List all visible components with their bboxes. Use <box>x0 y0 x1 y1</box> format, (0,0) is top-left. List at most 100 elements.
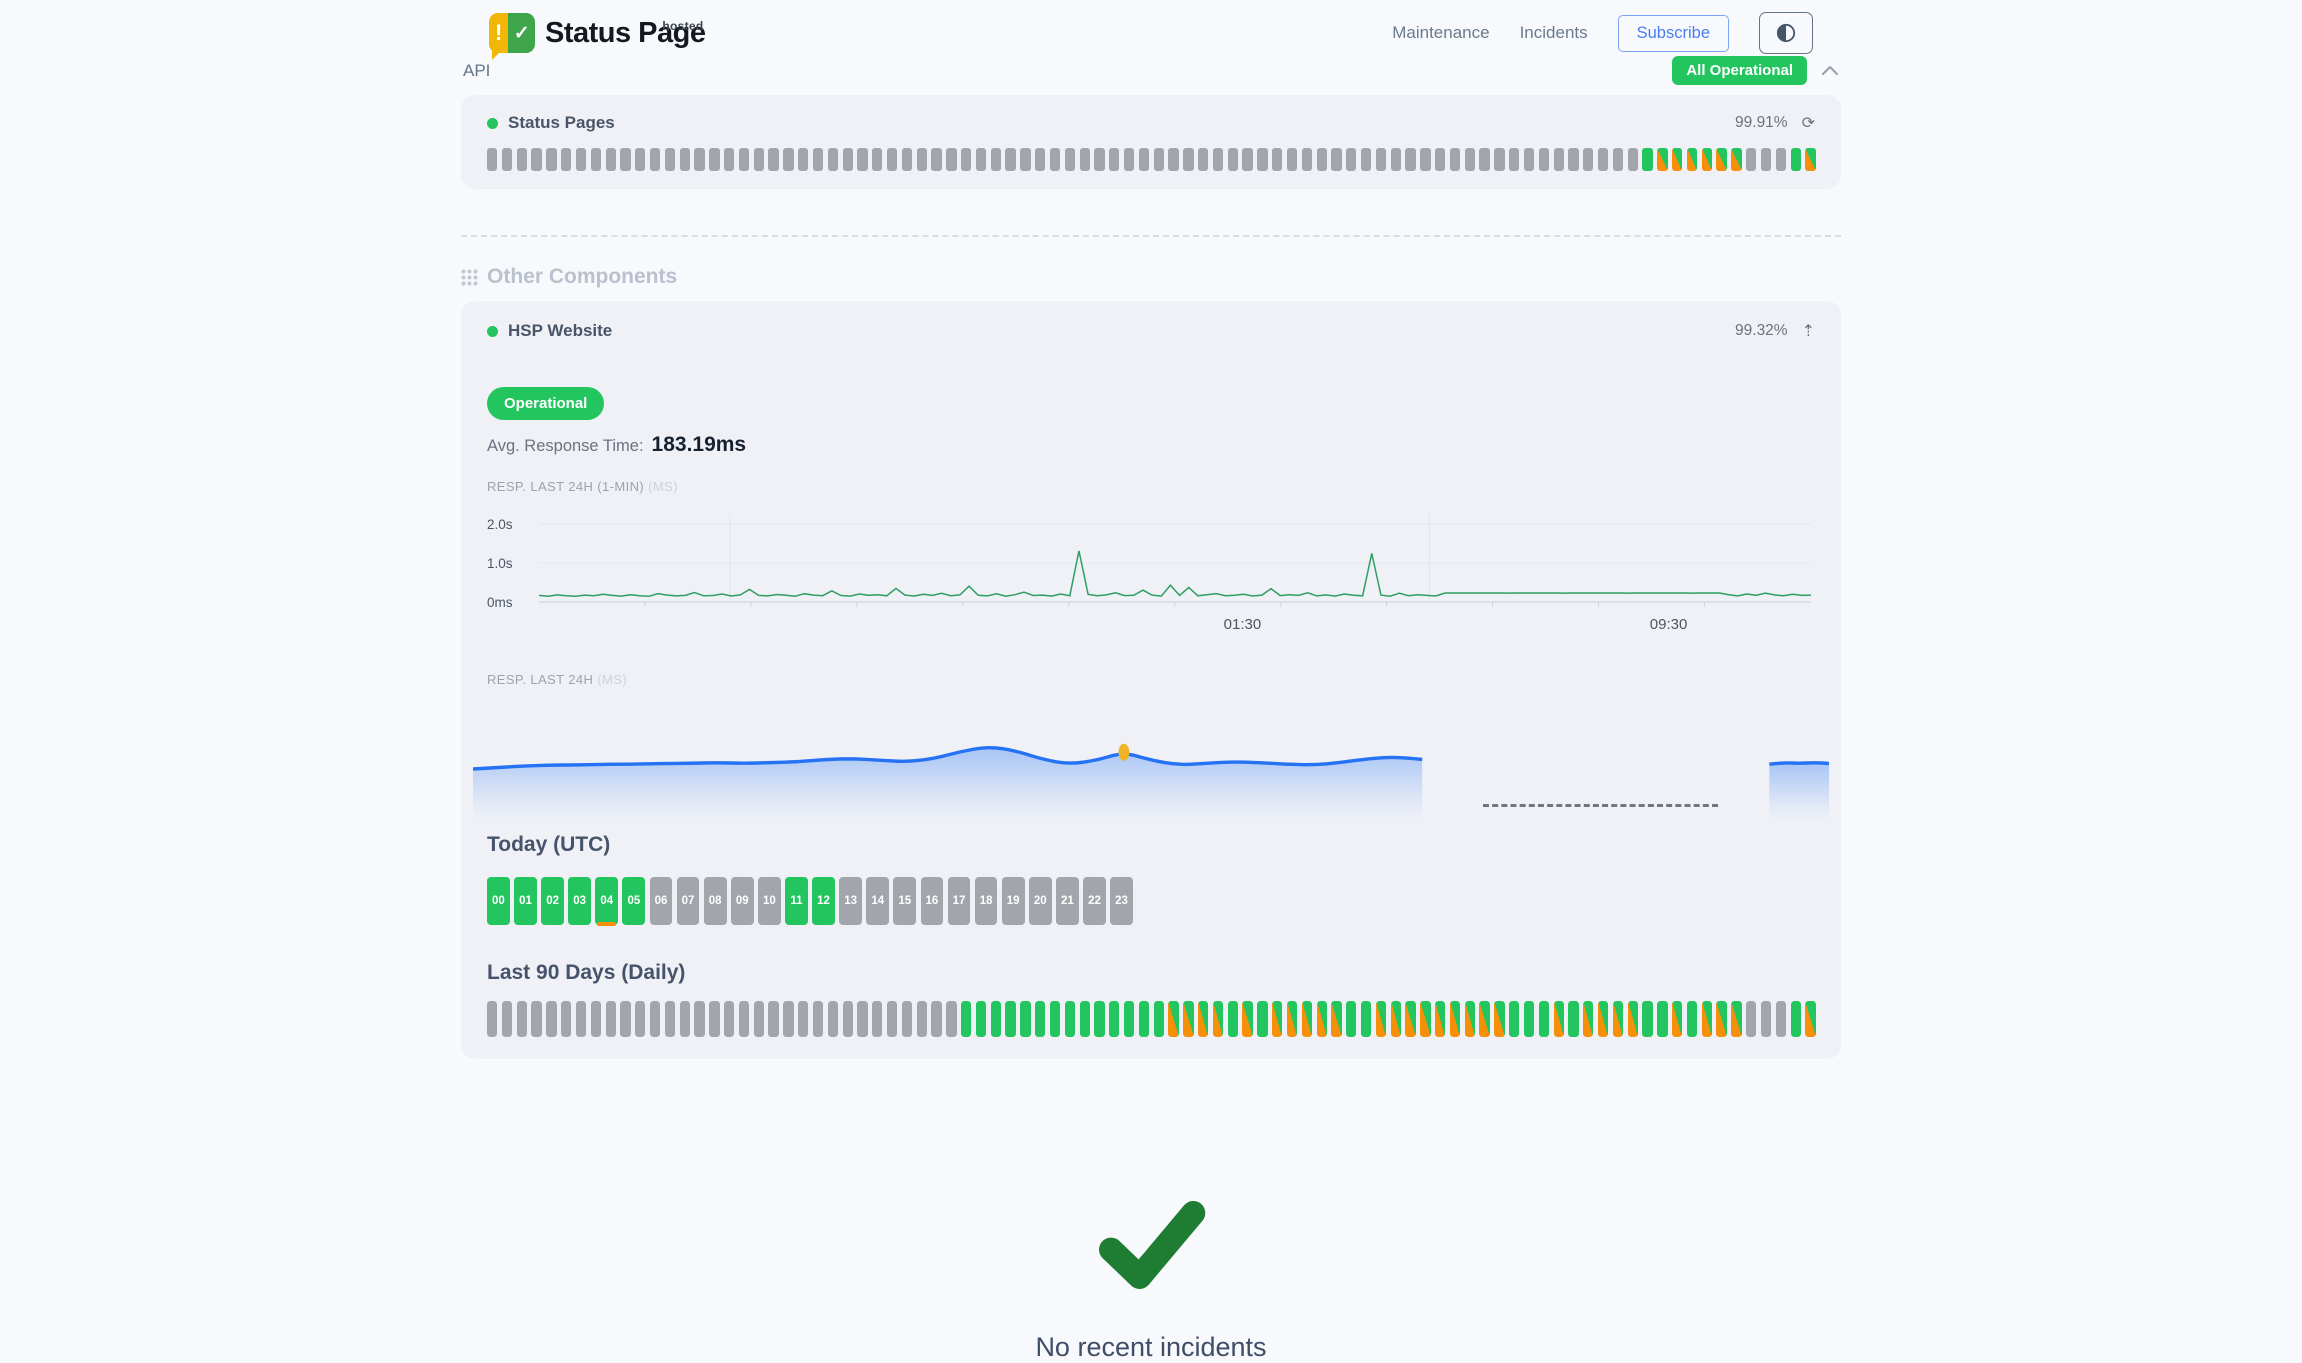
day-block[interactable] <box>1657 1001 1667 1037</box>
chevron-up-icon[interactable] <box>1821 65 1839 76</box>
uptime-bar[interactable] <box>724 148 734 171</box>
uptime-bar[interactable] <box>591 148 601 171</box>
uptime-bar[interactable] <box>620 148 630 171</box>
hour-block-09[interactable]: 09 <box>731 877 754 925</box>
day-block[interactable] <box>517 1001 527 1037</box>
uptime-bar[interactable] <box>1746 148 1756 171</box>
uptime-bar[interactable] <box>1213 148 1223 171</box>
uptime-bar[interactable] <box>502 148 512 171</box>
uptime-bar[interactable] <box>783 148 793 171</box>
uptime-bar[interactable] <box>1020 148 1030 171</box>
day-block[interactable] <box>487 1001 497 1037</box>
uptime-bar[interactable] <box>1168 148 1178 171</box>
uptime-bar[interactable] <box>1613 148 1623 171</box>
day-block[interactable] <box>828 1001 838 1037</box>
uptime-bar[interactable] <box>1198 148 1208 171</box>
day-block[interactable] <box>1109 1001 1119 1037</box>
component-row-status-pages[interactable]: Status Pages 99.91% ⟳ <box>487 113 1815 133</box>
day-block[interactable] <box>606 1001 616 1037</box>
day-block[interactable] <box>754 1001 764 1037</box>
day-block[interactable] <box>1672 1001 1682 1037</box>
day-block[interactable] <box>1583 1001 1593 1037</box>
uptime-bar[interactable] <box>650 148 660 171</box>
day-block[interactable] <box>1420 1001 1430 1037</box>
day-block[interactable] <box>1376 1001 1386 1037</box>
day-block[interactable] <box>1020 1001 1030 1037</box>
day-block[interactable] <box>1257 1001 1267 1037</box>
uptime-bar[interactable] <box>694 148 704 171</box>
day-block[interactable] <box>1272 1001 1282 1037</box>
day-block[interactable] <box>1702 1001 1712 1037</box>
day-block[interactable] <box>1005 1001 1015 1037</box>
uptime-bar[interactable] <box>606 148 616 171</box>
day-block[interactable] <box>680 1001 690 1037</box>
day-block[interactable] <box>694 1001 704 1037</box>
uptime-bar[interactable] <box>872 148 882 171</box>
day-block[interactable] <box>576 1001 586 1037</box>
uptime-bar[interactable] <box>487 148 497 171</box>
day-block[interactable] <box>1065 1001 1075 1037</box>
uptime-bar[interactable] <box>665 148 675 171</box>
day-block[interactable] <box>1035 1001 1045 1037</box>
brand-logo[interactable]: ! ✓ Status Page hosted <box>489 13 706 53</box>
uptime-bar[interactable] <box>931 148 941 171</box>
component-row-hsp-website[interactable]: HSP Website 99.32% ⇡ <box>487 321 1815 341</box>
hour-block-22[interactable]: 22 <box>1083 877 1106 925</box>
response-day-chart[interactable] <box>473 701 1829 821</box>
hour-block-03[interactable]: 03 <box>568 877 591 925</box>
day-block[interactable] <box>1509 1001 1519 1037</box>
uptime-bar[interactable] <box>680 148 690 171</box>
uptime-bar[interactable] <box>991 148 1001 171</box>
uptime-bar[interactable] <box>1628 148 1638 171</box>
uptime-bar[interactable] <box>768 148 778 171</box>
uptime-bar[interactable] <box>887 148 897 171</box>
day-block[interactable] <box>813 1001 823 1037</box>
day-block[interactable] <box>1302 1001 1312 1037</box>
day-block[interactable] <box>1124 1001 1134 1037</box>
day-block[interactable] <box>1642 1001 1652 1037</box>
uptime-bar[interactable] <box>1642 148 1652 171</box>
day-block[interactable] <box>1761 1001 1771 1037</box>
uptime-bar[interactable] <box>1450 148 1460 171</box>
hour-block-17[interactable]: 17 <box>948 877 971 925</box>
uptime-bar[interactable] <box>857 148 867 171</box>
day-block[interactable] <box>1628 1001 1638 1037</box>
uptime-bar[interactable] <box>1776 148 1786 171</box>
uptime-bar[interactable] <box>1435 148 1445 171</box>
uptime-bar[interactable] <box>1702 148 1712 171</box>
nav-incidents[interactable]: Incidents <box>1520 23 1588 43</box>
uptime-bar[interactable] <box>843 148 853 171</box>
chart1-plot-area[interactable]: 01:30 09:30 <box>539 514 1811 610</box>
day-block[interactable] <box>1050 1001 1060 1037</box>
uptime-bar[interactable] <box>531 148 541 171</box>
uptime-bar[interactable] <box>1494 148 1504 171</box>
uptime-bar[interactable] <box>798 148 808 171</box>
uptime-bar[interactable] <box>1391 148 1401 171</box>
uptime-bar[interactable] <box>976 148 986 171</box>
day-block[interactable] <box>1731 1001 1741 1037</box>
uptime-bar[interactable] <box>1554 148 1564 171</box>
day-block[interactable] <box>1568 1001 1578 1037</box>
day-block[interactable] <box>1791 1001 1801 1037</box>
uptime-bar[interactable] <box>1761 148 1771 171</box>
day-block[interactable] <box>991 1001 1001 1037</box>
day-block[interactable] <box>724 1001 734 1037</box>
uptime-bar[interactable] <box>1302 148 1312 171</box>
uptime-bar[interactable] <box>1805 148 1815 171</box>
hour-block-13[interactable]: 13 <box>839 877 862 925</box>
uptime-bar[interactable] <box>1065 148 1075 171</box>
day-block[interactable] <box>1479 1001 1489 1037</box>
day-block[interactable] <box>976 1001 986 1037</box>
day-block[interactable] <box>1435 1001 1445 1037</box>
uptime-bar[interactable] <box>1583 148 1593 171</box>
uptime-bar[interactable] <box>1687 148 1697 171</box>
day-block[interactable] <box>502 1001 512 1037</box>
uptime-bar[interactable] <box>1080 148 1090 171</box>
day-block[interactable] <box>768 1001 778 1037</box>
hour-block-18[interactable]: 18 <box>975 877 998 925</box>
day-block[interactable] <box>591 1001 601 1037</box>
subscribe-button[interactable]: Subscribe <box>1618 15 1729 52</box>
hour-block-02[interactable]: 02 <box>541 877 564 925</box>
uptime-bar[interactable] <box>1524 148 1534 171</box>
hour-block-08[interactable]: 08 <box>704 877 727 925</box>
